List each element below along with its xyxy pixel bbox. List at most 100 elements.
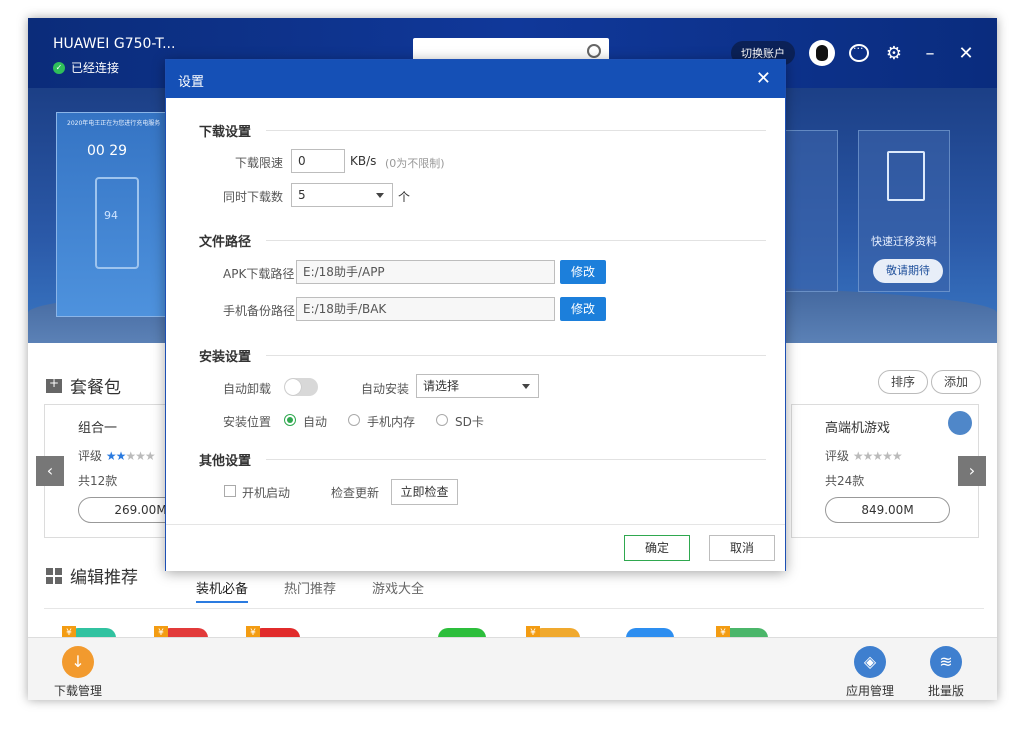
editor-tabs: 装机必备 热门推荐 游戏大全 bbox=[196, 578, 424, 603]
editor-title-label: 编辑推荐 bbox=[70, 568, 138, 588]
startup-checkbox[interactable] bbox=[224, 485, 236, 497]
package-rating: 评级 ★★★★★ bbox=[825, 447, 903, 464]
gear-icon[interactable]: ⚙ bbox=[883, 43, 905, 64]
migrate-button[interactable]: 敬请期待 bbox=[873, 259, 943, 283]
tab-divider bbox=[44, 608, 984, 609]
editor-title: 编辑推荐 bbox=[46, 563, 138, 588]
speed-limit-input[interactable]: 0 bbox=[291, 149, 345, 173]
dialog-footer: 确定 取消 bbox=[166, 524, 785, 571]
download-manage-button[interactable]: ↓ 下载管理 bbox=[48, 646, 108, 699]
auto-uninstall-toggle[interactable] bbox=[284, 378, 318, 396]
carousel-next-button[interactable]: › bbox=[958, 456, 986, 486]
dialog-body: 下载设置 下载限速 0 KB/s (0为不限制) 同时下载数 5 个 文件路径 … bbox=[166, 98, 785, 524]
rating-stars: ★★★★★ bbox=[105, 449, 156, 463]
divider bbox=[266, 459, 766, 460]
dialog-close-icon[interactable]: ✕ bbox=[756, 68, 771, 89]
carousel-prev-button[interactable]: ‹ bbox=[36, 456, 64, 486]
device-name[interactable]: HUAWEI G750-T... bbox=[53, 36, 175, 52]
search-icon[interactable] bbox=[587, 44, 601, 58]
apk-path-input[interactable]: E:/18助手/APP bbox=[296, 260, 555, 284]
chevron-down-icon bbox=[522, 384, 530, 389]
radio-phone-memory-label: 手机内存 bbox=[367, 415, 416, 429]
charging-card-text: 2020年电王正在为您进行充电服务 bbox=[67, 120, 161, 127]
auto-install-value: 请选择 bbox=[423, 379, 460, 393]
connection-status: ✓ 已经连接 bbox=[53, 59, 119, 76]
add-button[interactable]: 添加 bbox=[931, 370, 982, 394]
check-update-label: 检查更新 bbox=[331, 486, 380, 500]
cube-icon: ◈ bbox=[854, 646, 886, 678]
package-count: 共24款 bbox=[825, 474, 865, 488]
check-now-button[interactable]: 立即检查 bbox=[391, 479, 458, 505]
backup-path-label: 手机备份路径 bbox=[223, 304, 296, 318]
chevron-down-icon bbox=[376, 193, 384, 198]
migrate-label: 快速迁移资料 bbox=[871, 235, 937, 248]
divider bbox=[266, 355, 766, 356]
cancel-button[interactable]: 取消 bbox=[709, 535, 775, 561]
apk-modify-button[interactable]: 修改 bbox=[560, 260, 606, 284]
package-rating: 评级 ★★★★★ bbox=[78, 447, 156, 464]
charging-percent: 94 bbox=[104, 209, 118, 222]
radio-phone-memory[interactable] bbox=[348, 414, 360, 426]
auto-install-label: 自动安装 bbox=[361, 382, 410, 396]
settings-dialog: 设置 ✕ 下载设置 下载限速 0 KB/s (0为不限制) 同时下载数 5 个 … bbox=[165, 59, 786, 571]
package-name: 组合一 bbox=[78, 421, 118, 436]
rating-label: 评级 bbox=[825, 449, 850, 463]
rating-label: 评级 bbox=[78, 449, 103, 463]
check-icon: ✓ bbox=[53, 61, 65, 74]
app-manage-label: 应用管理 bbox=[845, 684, 894, 698]
speed-hint: (0为不限制) bbox=[385, 157, 445, 170]
radio-auto-label: 自动 bbox=[303, 415, 328, 429]
download-settings-heading: 下载设置 bbox=[199, 125, 252, 140]
package-badge-icon bbox=[948, 411, 972, 435]
batch-label: 批量版 bbox=[927, 684, 964, 698]
backup-modify-button[interactable]: 修改 bbox=[560, 297, 606, 321]
speed-limit-label: 下载限速 bbox=[235, 156, 284, 170]
tab-hot[interactable]: 热门推荐 bbox=[284, 578, 336, 603]
sort-button[interactable]: 排序 bbox=[878, 370, 929, 394]
radio-sd-card[interactable] bbox=[436, 414, 448, 426]
migrate-card[interactable]: 快速迁移资料 敬请期待 bbox=[858, 130, 950, 292]
phone-outline-icon: 94 bbox=[95, 177, 139, 269]
close-icon[interactable]: ✕ bbox=[955, 43, 977, 64]
package-card[interactable]: 高端机游戏 评级 ★★★★★ 共24款 849.00M bbox=[791, 404, 979, 538]
dialog-title: 设置 bbox=[178, 75, 205, 90]
app-manage-button[interactable]: ◈ 应用管理 bbox=[840, 646, 900, 699]
grid-icon bbox=[46, 567, 62, 584]
divider bbox=[266, 130, 766, 131]
tab-essential[interactable]: 装机必备 bbox=[196, 578, 249, 603]
radio-auto[interactable] bbox=[284, 414, 296, 426]
download-icon: ↓ bbox=[62, 646, 94, 678]
divider bbox=[266, 240, 766, 241]
concurrent-label: 同时下载数 bbox=[223, 190, 284, 204]
rating-stars: ★★★★★ bbox=[852, 449, 903, 463]
document-icon bbox=[887, 151, 925, 201]
package-icon bbox=[46, 376, 62, 393]
batch-button[interactable]: ≋ 批量版 bbox=[916, 646, 976, 699]
radio-sd-card-label: SD卡 bbox=[455, 415, 484, 429]
startup-label: 开机启动 bbox=[242, 486, 291, 500]
minimize-icon[interactable]: – bbox=[919, 43, 941, 64]
chat-icon[interactable] bbox=[849, 42, 869, 62]
charging-clock: 00 29 bbox=[87, 143, 128, 159]
other-settings-heading: 其他设置 bbox=[199, 454, 252, 469]
package-size-button[interactable]: 849.00M bbox=[825, 497, 950, 523]
concurrent-select[interactable]: 5 bbox=[291, 183, 393, 207]
dialog-header: 设置 ✕ bbox=[166, 60, 785, 98]
stack-icon: ≋ bbox=[930, 646, 962, 678]
tab-games[interactable]: 游戏大全 bbox=[372, 578, 424, 603]
concurrent-unit: 个 bbox=[398, 190, 411, 204]
connection-status-label: 已经连接 bbox=[71, 61, 120, 75]
file-path-heading: 文件路径 bbox=[199, 235, 252, 250]
install-settings-heading: 安装设置 bbox=[199, 350, 252, 365]
package-name: 高端机游戏 bbox=[825, 421, 891, 436]
packages-title: 套餐包 bbox=[46, 373, 121, 398]
auto-install-select[interactable]: 请选择 bbox=[416, 374, 539, 398]
auto-uninstall-label: 自动卸载 bbox=[223, 382, 272, 396]
charging-card[interactable]: 2020年电王正在为您进行充电服务 00 29 94 bbox=[56, 112, 166, 317]
package-count: 共12款 bbox=[78, 474, 118, 488]
ok-button[interactable]: 确定 bbox=[624, 535, 690, 561]
backup-path-input[interactable]: E:/18助手/BAK bbox=[296, 297, 555, 321]
packages-title-label: 套餐包 bbox=[70, 378, 121, 398]
speed-unit: KB/s bbox=[350, 154, 377, 168]
avatar[interactable] bbox=[809, 40, 835, 66]
